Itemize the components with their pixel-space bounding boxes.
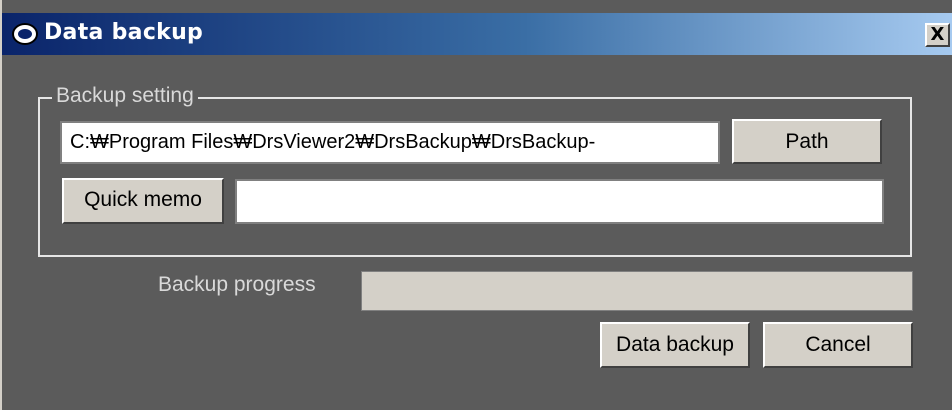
- backup-progress-bar: [361, 271, 913, 311]
- data-backup-button[interactable]: Data backup: [600, 322, 750, 368]
- window-title: Data backup: [44, 20, 204, 45]
- quick-memo-input[interactable]: [235, 179, 884, 224]
- quick-memo-button[interactable]: Quick memo: [62, 178, 224, 224]
- app-logo-icon: [12, 23, 38, 45]
- dialog-window: Data backup X Backup setting C:₩Program …: [0, 0, 952, 410]
- cancel-button[interactable]: Cancel: [763, 322, 913, 368]
- close-icon[interactable]: X: [925, 23, 950, 47]
- path-button[interactable]: Path: [732, 119, 882, 164]
- title-bar[interactable]: Data backup X: [2, 13, 952, 55]
- backup-progress-label: Backup progress: [158, 273, 316, 296]
- backup-setting-legend: Backup setting: [52, 84, 198, 108]
- backup-path-input[interactable]: C:₩Program Files₩DrsViewer2₩DrsBackup₩Dr…: [60, 121, 720, 164]
